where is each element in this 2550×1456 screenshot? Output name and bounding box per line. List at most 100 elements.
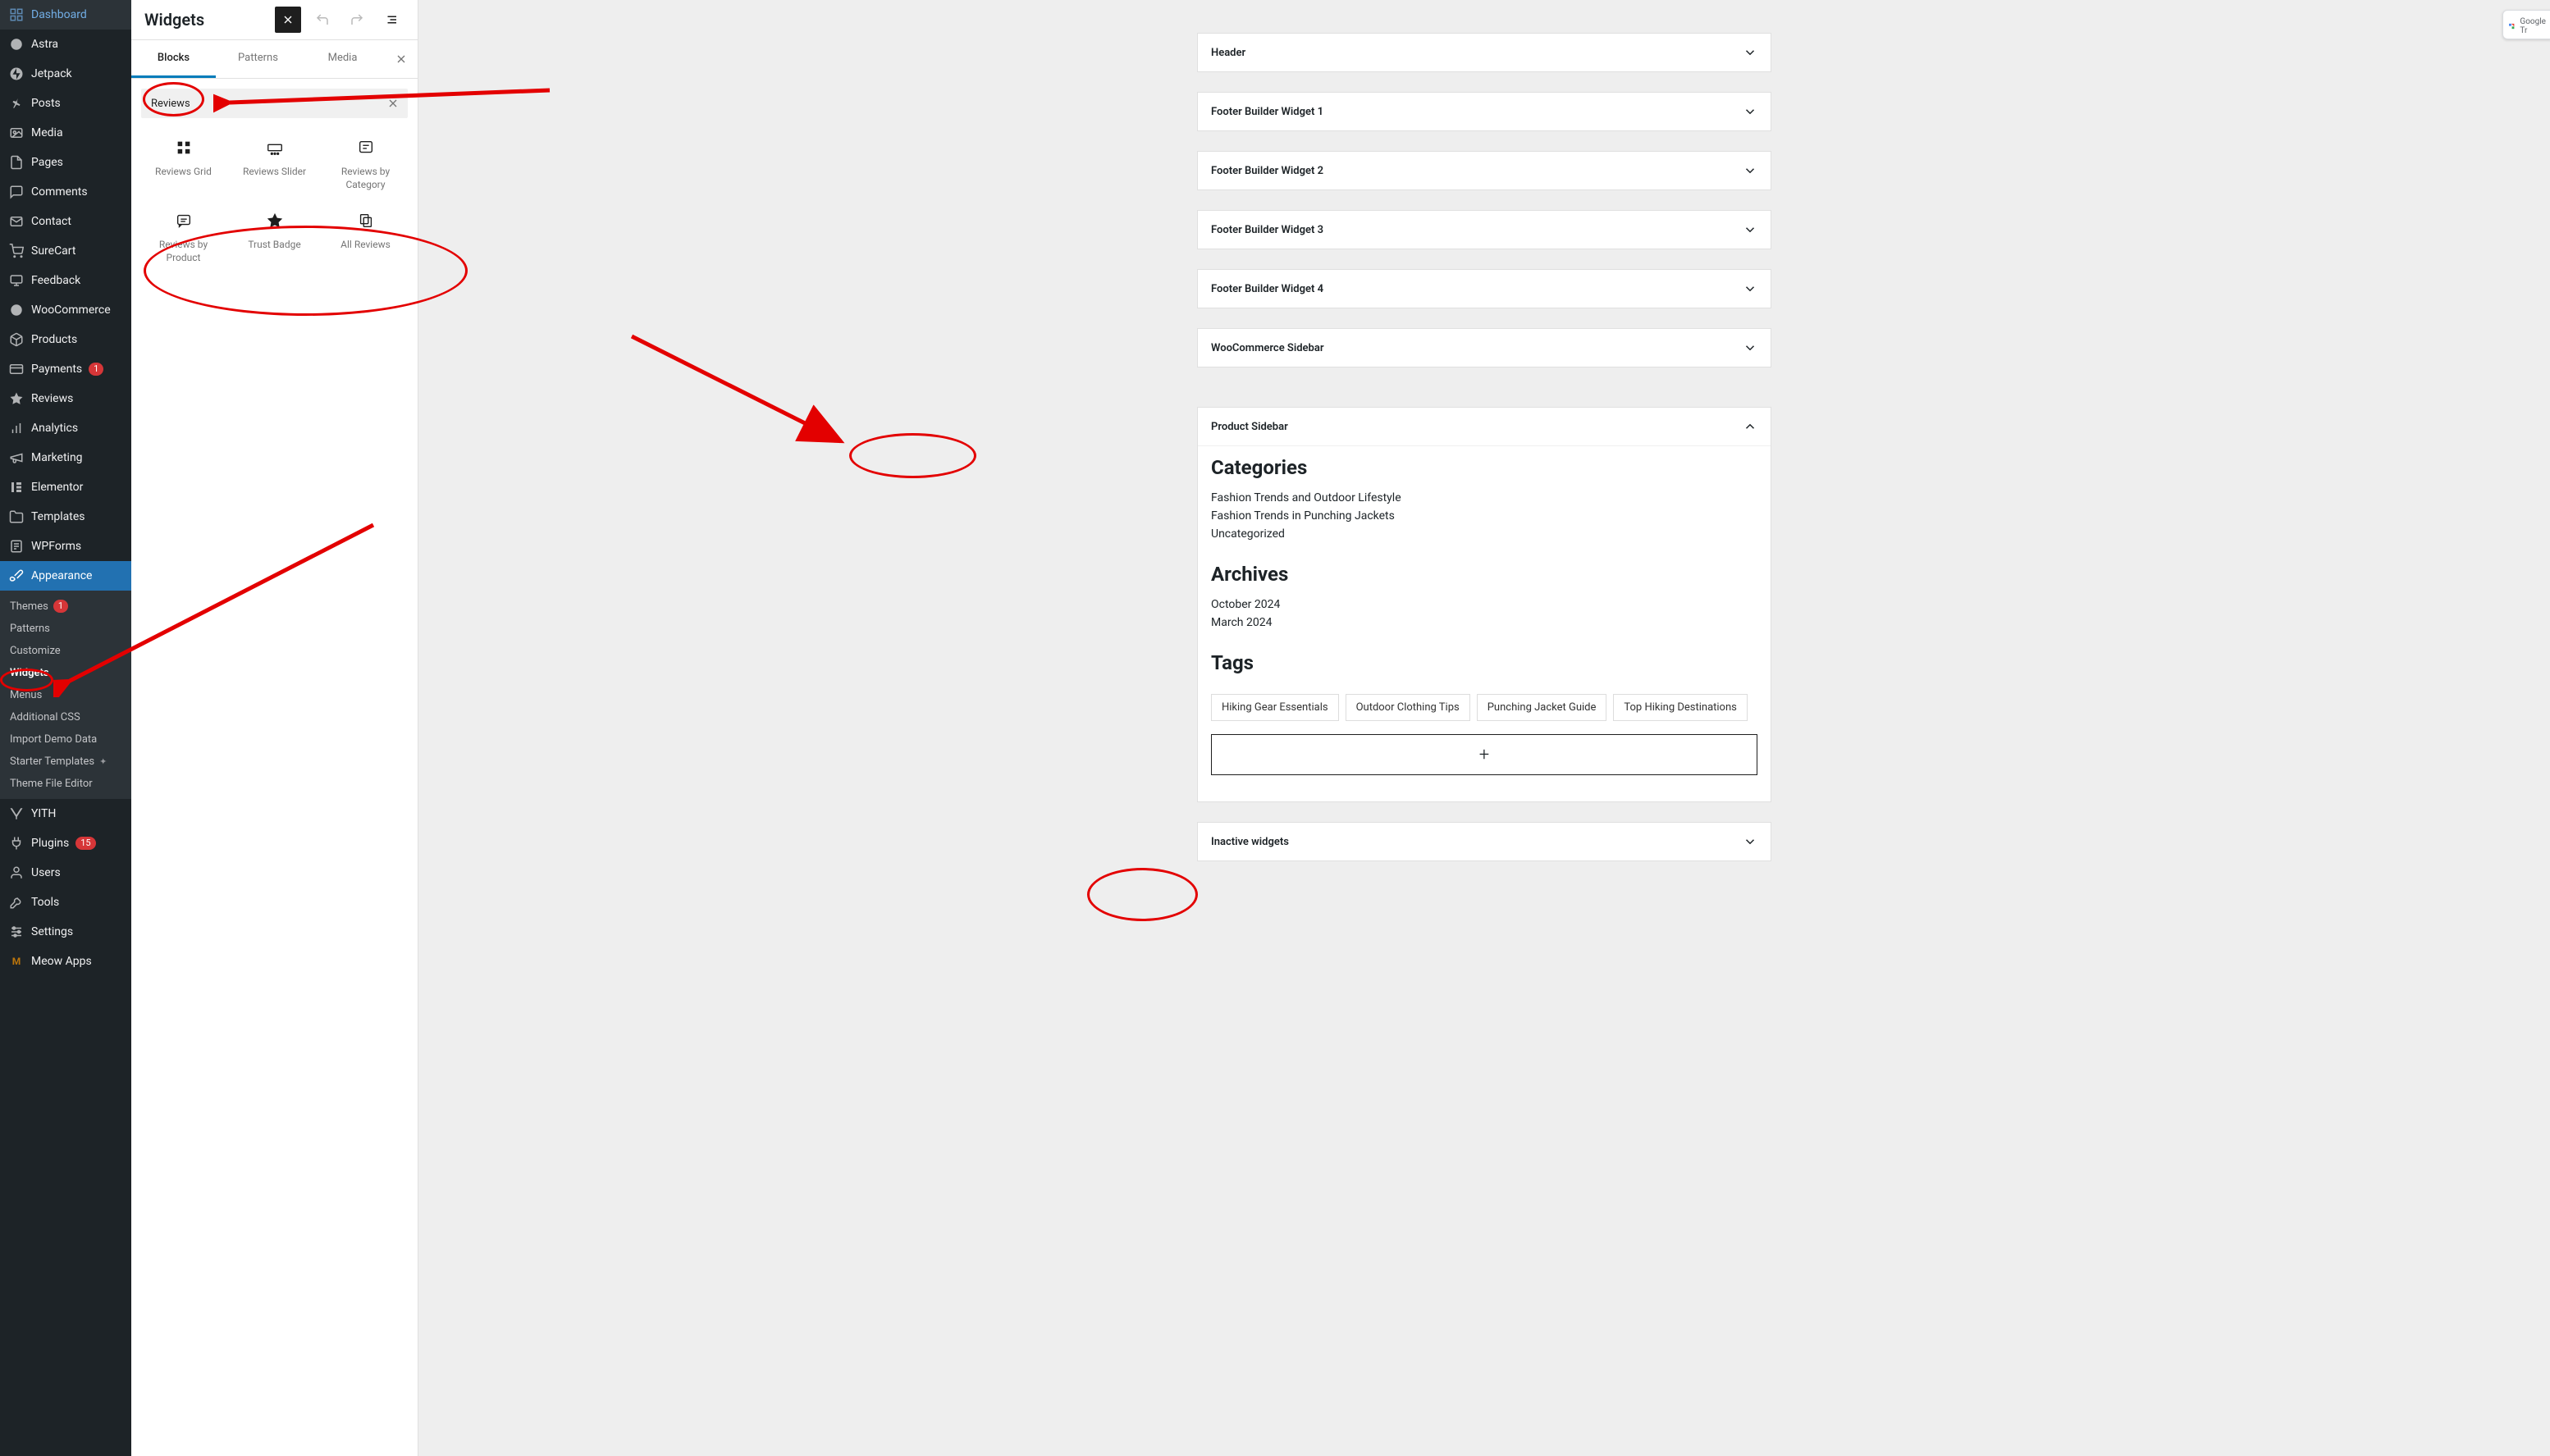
plus-icon: + bbox=[1479, 745, 1489, 765]
sidebar-item-settings[interactable]: Settings bbox=[0, 917, 131, 947]
sidebar-item-label: Pages bbox=[31, 156, 63, 169]
sidebar-item-users[interactable]: Users bbox=[0, 858, 131, 888]
sidebar-item-feedback[interactable]: Feedback bbox=[0, 266, 131, 295]
tab-media[interactable]: Media bbox=[300, 40, 385, 78]
sidebar-item-elementor[interactable]: Elementor bbox=[0, 472, 131, 502]
mail-icon bbox=[8, 213, 25, 230]
sidebar-item-label: Jetpack bbox=[31, 67, 72, 80]
widget-area-header[interactable]: Footer Builder Widget 3 bbox=[1198, 211, 1771, 249]
category-link[interactable]: Fashion Trends in Punching Jackets bbox=[1211, 507, 1757, 525]
submenu-item-patterns[interactable]: Patterns bbox=[0, 618, 131, 640]
tab-blocks[interactable]: Blocks bbox=[131, 40, 216, 78]
widget-area-title: Inactive widgets bbox=[1211, 836, 1289, 848]
sidebar-item-label: Posts bbox=[31, 97, 61, 110]
tag-link[interactable]: Top Hiking Destinations bbox=[1613, 694, 1747, 721]
tag-link[interactable]: Outdoor Clothing Tips bbox=[1346, 694, 1470, 721]
sidebar-item-meow-apps[interactable]: MMeow Apps bbox=[0, 947, 131, 976]
sidebar-item-label: Payments bbox=[31, 363, 82, 376]
add-block-button[interactable]: + bbox=[1211, 734, 1757, 775]
sidebar-item-label: Marketing bbox=[31, 451, 83, 464]
widget-area-header[interactable]: Product Sidebar bbox=[1198, 408, 1771, 445]
wrench-icon bbox=[8, 894, 25, 911]
sidebar-item-appearance[interactable]: Appearance bbox=[0, 561, 131, 591]
wp-admin-sidebar: DashboardAstra Jetpack Posts Media Pages Comm… bbox=[0, 0, 131, 1456]
submenu-item-customize[interactable]: Customize bbox=[0, 640, 131, 662]
widget-area-header[interactable]: Inactive widgets bbox=[1198, 823, 1771, 860]
block-item-reviews-by-category[interactable]: Reviews by Category bbox=[320, 128, 411, 201]
block-item-reviews-slider[interactable]: Reviews Slider bbox=[229, 128, 320, 201]
sidebar-item-analytics[interactable]: Analytics bbox=[0, 413, 131, 443]
widget-area-header[interactable]: Header bbox=[1198, 34, 1771, 71]
page-icon bbox=[8, 154, 25, 171]
tags-block[interactable]: Tags bbox=[1198, 632, 1771, 674]
widget-area-header[interactable]: Footer Builder Widget 2 bbox=[1198, 152, 1771, 189]
widget-area-header[interactable]: Footer Builder Widget 4 bbox=[1198, 270, 1771, 308]
categories-heading: Categories bbox=[1211, 456, 1757, 479]
widget-area-header[interactable]: WooCommerce Sidebar bbox=[1198, 329, 1771, 367]
redo-button[interactable] bbox=[344, 7, 370, 33]
block-search-input[interactable] bbox=[141, 89, 378, 118]
category-link[interactable]: Uncategorized bbox=[1211, 525, 1757, 543]
close-inserter-button[interactable] bbox=[275, 7, 301, 33]
categories-block[interactable]: Categories Fashion Trends and Outdoor Li… bbox=[1198, 446, 1771, 543]
brush-icon bbox=[8, 568, 25, 584]
tag-link[interactable]: Hiking Gear Essentials bbox=[1211, 694, 1339, 721]
submenu-item-widgets[interactable]: Widgets bbox=[0, 662, 131, 684]
sidebar-item-plugins[interactable]: Plugins15 bbox=[0, 828, 131, 858]
block-item-reviews-by-product[interactable]: Reviews by Product bbox=[138, 201, 229, 274]
sidebar-item-label: Media bbox=[31, 126, 63, 139]
tag-link[interactable]: Punching Jacket Guide bbox=[1477, 694, 1607, 721]
clear-search-icon[interactable] bbox=[378, 89, 408, 118]
sidebar-item-posts[interactable]: Posts bbox=[0, 89, 131, 118]
sidebar-item-wpforms[interactable]: WPForms bbox=[0, 532, 131, 561]
category-link[interactable]: Fashion Trends and Outdoor Lifestyle bbox=[1211, 489, 1757, 507]
sidebar-item-media[interactable]: Media bbox=[0, 118, 131, 148]
submenu-item-import-demo-data[interactable]: Import Demo Data bbox=[0, 728, 131, 751]
block-item-trust-badge[interactable]: Trust Badge bbox=[229, 201, 320, 274]
tab-patterns[interactable]: Patterns bbox=[216, 40, 300, 78]
submenu-item-themes[interactable]: Themes1 bbox=[0, 595, 131, 618]
star-icon bbox=[8, 390, 25, 407]
submenu-item-theme-file-editor[interactable]: Theme File Editor bbox=[0, 773, 131, 795]
sidebar-item-contact[interactable]: Contact bbox=[0, 207, 131, 236]
sidebar-item-jetpack[interactable]: Jetpack bbox=[0, 59, 131, 89]
widget-area-product-sidebar: Product Sidebar Categories Fashion Trend… bbox=[1197, 407, 1771, 802]
tabs-close-icon[interactable] bbox=[385, 40, 418, 78]
slider-icon bbox=[265, 138, 285, 157]
sidebar-item-dashboard[interactable]: Dashboard bbox=[0, 0, 131, 30]
sidebar-item-surecart[interactable]: SureCart bbox=[0, 236, 131, 266]
archives-heading: Archives bbox=[1211, 563, 1757, 586]
widget-area-header[interactable]: Footer Builder Widget 1 bbox=[1198, 93, 1771, 130]
sidebar-item-payments[interactable]: Payments1 bbox=[0, 354, 131, 384]
sidebar-item-pages[interactable]: Pages bbox=[0, 148, 131, 177]
submenu-item-starter-templates[interactable]: Starter Templates✦ bbox=[0, 751, 131, 773]
archive-link[interactable]: March 2024 bbox=[1211, 614, 1757, 632]
sidebar-item-marketing[interactable]: Marketing bbox=[0, 443, 131, 472]
tags-heading: Tags bbox=[1211, 651, 1757, 674]
submenu-item-menus[interactable]: Menus bbox=[0, 684, 131, 706]
sparkle-icon: ✦ bbox=[99, 756, 107, 767]
submenu-item-additional-css[interactable]: Additional CSS bbox=[0, 706, 131, 728]
sidebar-item-astra[interactable]: Astra bbox=[0, 30, 131, 59]
sidebar-item-woocommerce[interactable]: WooCommerce bbox=[0, 295, 131, 325]
sidebar-item-reviews[interactable]: Reviews bbox=[0, 384, 131, 413]
block-label: Reviews by Product bbox=[141, 239, 226, 264]
block-item-reviews-grid[interactable]: Reviews Grid bbox=[138, 128, 229, 201]
sidebar-item-tools[interactable]: Tools bbox=[0, 888, 131, 917]
widget-area-header: Header bbox=[1197, 33, 1771, 72]
google-translate-tab[interactable]: Google Tr bbox=[2502, 10, 2550, 39]
archive-link[interactable]: October 2024 bbox=[1211, 596, 1757, 614]
list-view-button[interactable] bbox=[378, 7, 404, 33]
sidebar-item-comments[interactable]: Comments bbox=[0, 177, 131, 207]
undo-button[interactable] bbox=[309, 7, 336, 33]
block-item-all-reviews[interactable]: All Reviews bbox=[320, 201, 411, 274]
widget-area-title: WooCommerce Sidebar bbox=[1211, 342, 1324, 354]
chevron-up-icon bbox=[1743, 419, 1757, 434]
widget-area-title: Footer Builder Widget 1 bbox=[1211, 106, 1323, 118]
sidebar-item-products[interactable]: Products bbox=[0, 325, 131, 354]
sidebar-item-label: Users bbox=[31, 866, 61, 879]
sidebar-item-templates[interactable]: Templates bbox=[0, 502, 131, 532]
archives-block[interactable]: Archives October 2024March 2024 bbox=[1198, 543, 1771, 632]
sidebar-item-yith[interactable]: YITH bbox=[0, 799, 131, 828]
inserter-tabs: Blocks Patterns Media bbox=[131, 40, 418, 79]
